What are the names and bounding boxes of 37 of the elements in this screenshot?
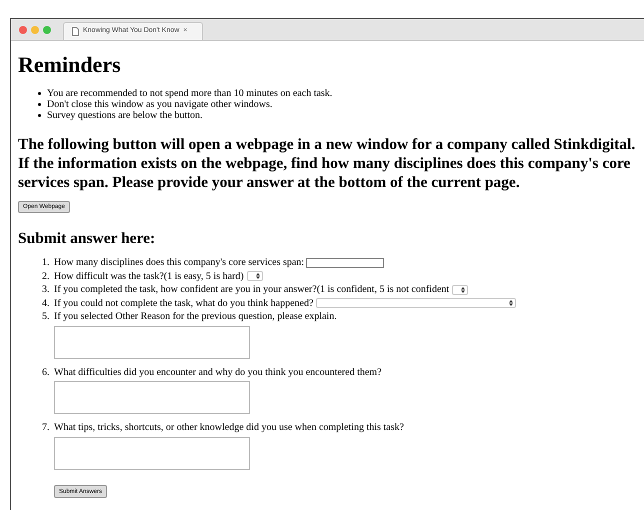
dropdown-field[interactable]	[316, 298, 516, 308]
question-number: 3.	[42, 283, 50, 296]
dropdown-arrows-icon	[256, 273, 260, 280]
answer-box[interactable]	[54, 381, 250, 414]
question-number: 7.	[42, 421, 50, 434]
question-label: What tips, tricks, shortcuts, or other knowledge did you use when completing this task?	[54, 421, 404, 434]
question-label: How difficult was the task?(1 is easy, 5 is hard)	[54, 270, 244, 283]
page-icon	[72, 27, 79, 36]
question-label: What difficulties did you encounter and why do you think you encountered them?	[54, 366, 382, 379]
question-number: 5.	[42, 310, 50, 324]
close-window-icon[interactable]	[19, 26, 27, 34]
question-number: 1.	[42, 256, 50, 270]
answer-box[interactable]	[54, 436, 250, 470]
question-label: If you could not complete the task, what do you think happened?	[54, 296, 314, 310]
maximize-window-icon[interactable]	[43, 26, 51, 34]
answer-box[interactable]	[54, 326, 250, 358]
dropdown-arrows-icon	[461, 286, 466, 293]
dropdown-field[interactable]	[246, 271, 263, 282]
reminder-text: Don't close this window as you navigate other windows.	[47, 99, 272, 110]
bullet-icon	[38, 103, 41, 106]
reminder-text: Survey questions are below the button.	[47, 110, 203, 121]
question-number: 6.	[42, 366, 50, 379]
dropdown-arrows-icon	[509, 300, 514, 306]
minimize-window-icon[interactable]	[31, 26, 39, 34]
bullet-icon	[38, 114, 41, 117]
page-heading: Reminders	[18, 52, 122, 78]
answer-field[interactable]	[306, 258, 384, 268]
question-label: How many disciplines does this company's core services span:	[54, 256, 304, 270]
dropdown-field[interactable]	[452, 284, 468, 295]
question-number: 4.	[42, 296, 50, 310]
bullet-icon	[38, 92, 41, 95]
question-label: If you completed the task, how confident are you in your answer?(1 is confident, 5 is not confident	[54, 283, 450, 296]
question-label: If you selected Other Reason for the previous question, please explain.	[54, 310, 337, 324]
instructions-text: The following button will open a webpage in a new window for a company called Stinkdigital. If the information exists on the webpage, find how many disciplines does this company's core services span. Please provide your answer at the bottom of the current page.	[18, 135, 636, 192]
section-heading: Submit answer here:	[18, 229, 156, 248]
reminder-text: You are recommended to not spend more than 10 minutes on each task.	[47, 88, 332, 99]
question-number: 2.	[42, 270, 50, 283]
